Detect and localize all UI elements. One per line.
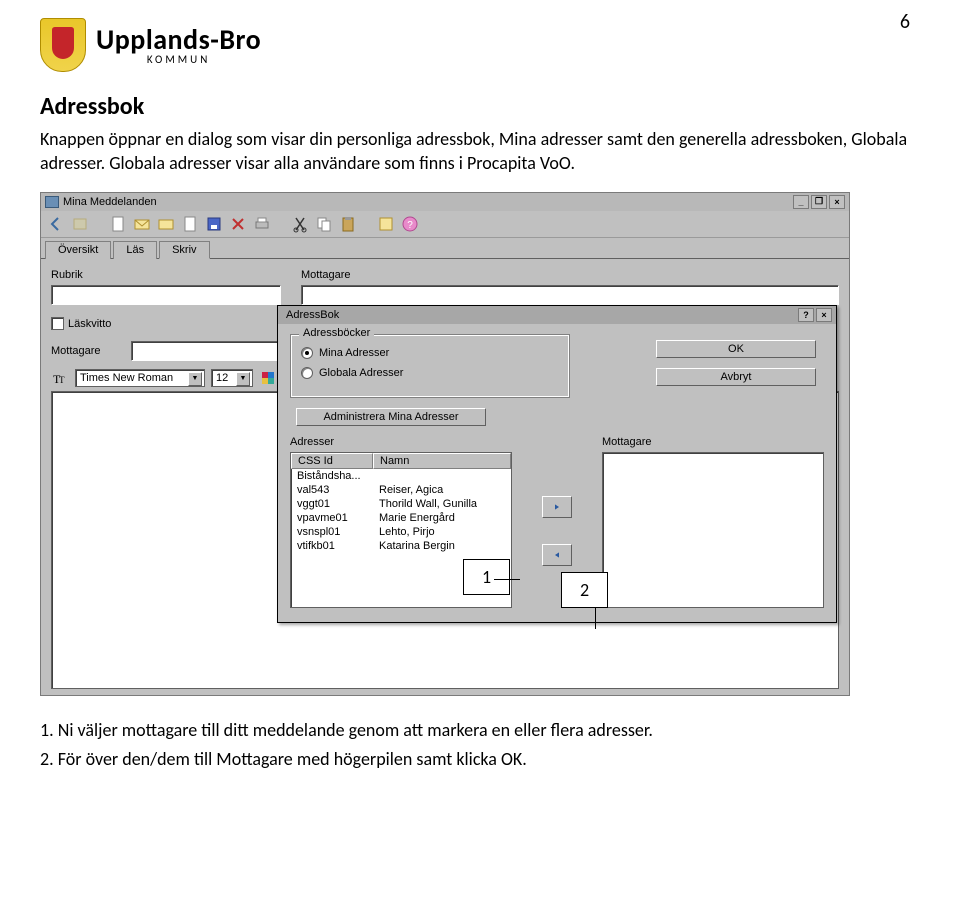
copy-icon[interactable] bbox=[315, 215, 333, 233]
font-size-select[interactable]: 12 bbox=[211, 369, 253, 387]
toolbar-icon[interactable] bbox=[71, 215, 89, 233]
dialog-help-button[interactable]: ? bbox=[798, 308, 814, 322]
list-item[interactable]: Biståndsha... bbox=[291, 469, 511, 483]
new-icon[interactable] bbox=[109, 215, 127, 233]
titlebar: Mina Meddelanden _ ❐ × bbox=[41, 193, 849, 211]
adresser-label: Adresser bbox=[290, 436, 512, 448]
dialog-title: AdressBok bbox=[286, 309, 339, 321]
toolbar: ? bbox=[41, 211, 849, 238]
page-icon[interactable] bbox=[181, 215, 199, 233]
col-namn: Namn bbox=[373, 453, 511, 469]
radio-mina-adresser[interactable]: Mina Adresser bbox=[301, 347, 559, 359]
tab-oversikt[interactable]: Översikt bbox=[45, 241, 111, 259]
window-title: Mina Meddelanden bbox=[63, 196, 787, 208]
page-number: 6 bbox=[900, 10, 910, 34]
font-tt-icon: TT bbox=[51, 369, 69, 387]
restore-button[interactable]: ❐ bbox=[811, 195, 827, 209]
back-icon[interactable] bbox=[47, 215, 65, 233]
adressbok-dialog: AdressBok ? × OK Avbryt Adressböcker Min… bbox=[277, 305, 837, 623]
crest-icon bbox=[40, 18, 86, 72]
tabs: Översikt Läs Skriv bbox=[41, 238, 849, 259]
color-icon[interactable] bbox=[259, 369, 277, 387]
ok-button[interactable]: OK bbox=[656, 340, 816, 358]
group-label: Adressböcker bbox=[299, 327, 374, 339]
section-title: Adressbok bbox=[40, 92, 920, 121]
svg-text:?: ? bbox=[407, 220, 413, 231]
brand-header: Upplands-Bro KOMMUN bbox=[40, 18, 920, 72]
mottagare-top-label: Mottagare bbox=[301, 269, 839, 281]
dialog-close-button[interactable]: × bbox=[816, 308, 832, 322]
font-name-select[interactable]: Times New Roman bbox=[75, 369, 205, 387]
radio-dot-icon bbox=[301, 347, 313, 359]
list-item[interactable]: vsnspl01Lehto, Pirjo bbox=[291, 525, 511, 539]
laskvitto-label: Läskvitto bbox=[68, 318, 111, 330]
adresser-listbox[interactable]: CSS Id Namn Biståndsha...val543Reiser, A… bbox=[290, 452, 512, 608]
rubrik-label: Rubrik bbox=[51, 269, 281, 281]
delete-icon[interactable] bbox=[229, 215, 247, 233]
minimize-button[interactable]: _ bbox=[793, 195, 809, 209]
mottagare-left-label: Mottagare bbox=[51, 345, 111, 357]
laskvitto-checkbox[interactable] bbox=[51, 317, 64, 330]
brand-name: Upplands-Bro bbox=[96, 26, 261, 54]
mottagare-listbox[interactable] bbox=[602, 452, 824, 608]
mottagare-label: Mottagare bbox=[602, 436, 824, 448]
mottagare-top-input[interactable] bbox=[301, 285, 839, 305]
list-item[interactable]: vtifkb01Katarina Bergin bbox=[291, 539, 511, 553]
list-item[interactable]: val543Reiser, Agica bbox=[291, 483, 511, 497]
tab-las[interactable]: Läs bbox=[113, 241, 157, 259]
reply-icon[interactable] bbox=[157, 215, 175, 233]
close-button[interactable]: × bbox=[829, 195, 845, 209]
svg-text:T: T bbox=[59, 375, 65, 385]
save-icon[interactable] bbox=[205, 215, 223, 233]
list-item[interactable]: vpavme01Marie Energård bbox=[291, 511, 511, 525]
list-item[interactable]: vggt01Thorild Wall, Gunilla bbox=[291, 497, 511, 511]
cut-icon[interactable] bbox=[291, 215, 309, 233]
paste-icon[interactable] bbox=[339, 215, 357, 233]
footer-step-1: 1. Ni väljer mottagare till ditt meddela… bbox=[40, 718, 920, 743]
footer-step-2: 2. För över den/dem till Mottagare med h… bbox=[40, 747, 920, 772]
help-icon[interactable]: ? bbox=[401, 215, 419, 233]
cancel-button[interactable]: Avbryt bbox=[656, 368, 816, 386]
app-icon bbox=[45, 196, 59, 208]
radio-dot-icon bbox=[301, 367, 313, 379]
move-right-button[interactable] bbox=[542, 496, 572, 518]
addressbook-icon[interactable] bbox=[377, 215, 395, 233]
radio-globala-adresser[interactable]: Globala Adresser bbox=[301, 367, 559, 379]
print-icon[interactable] bbox=[253, 215, 271, 233]
mail-icon[interactable] bbox=[133, 215, 151, 233]
rubrik-input[interactable] bbox=[51, 285, 281, 305]
app-window: Mina Meddelanden _ ❐ × bbox=[40, 192, 850, 696]
mottagare-left-input[interactable] bbox=[131, 341, 291, 361]
admin-button[interactable]: Administrera Mina Adresser bbox=[296, 408, 486, 426]
tab-skriv[interactable]: Skriv bbox=[159, 241, 209, 259]
move-left-button[interactable] bbox=[542, 544, 572, 566]
intro-text: Knappen öppnar en dialog som visar din p… bbox=[40, 127, 920, 176]
col-cssid: CSS Id bbox=[291, 453, 373, 469]
